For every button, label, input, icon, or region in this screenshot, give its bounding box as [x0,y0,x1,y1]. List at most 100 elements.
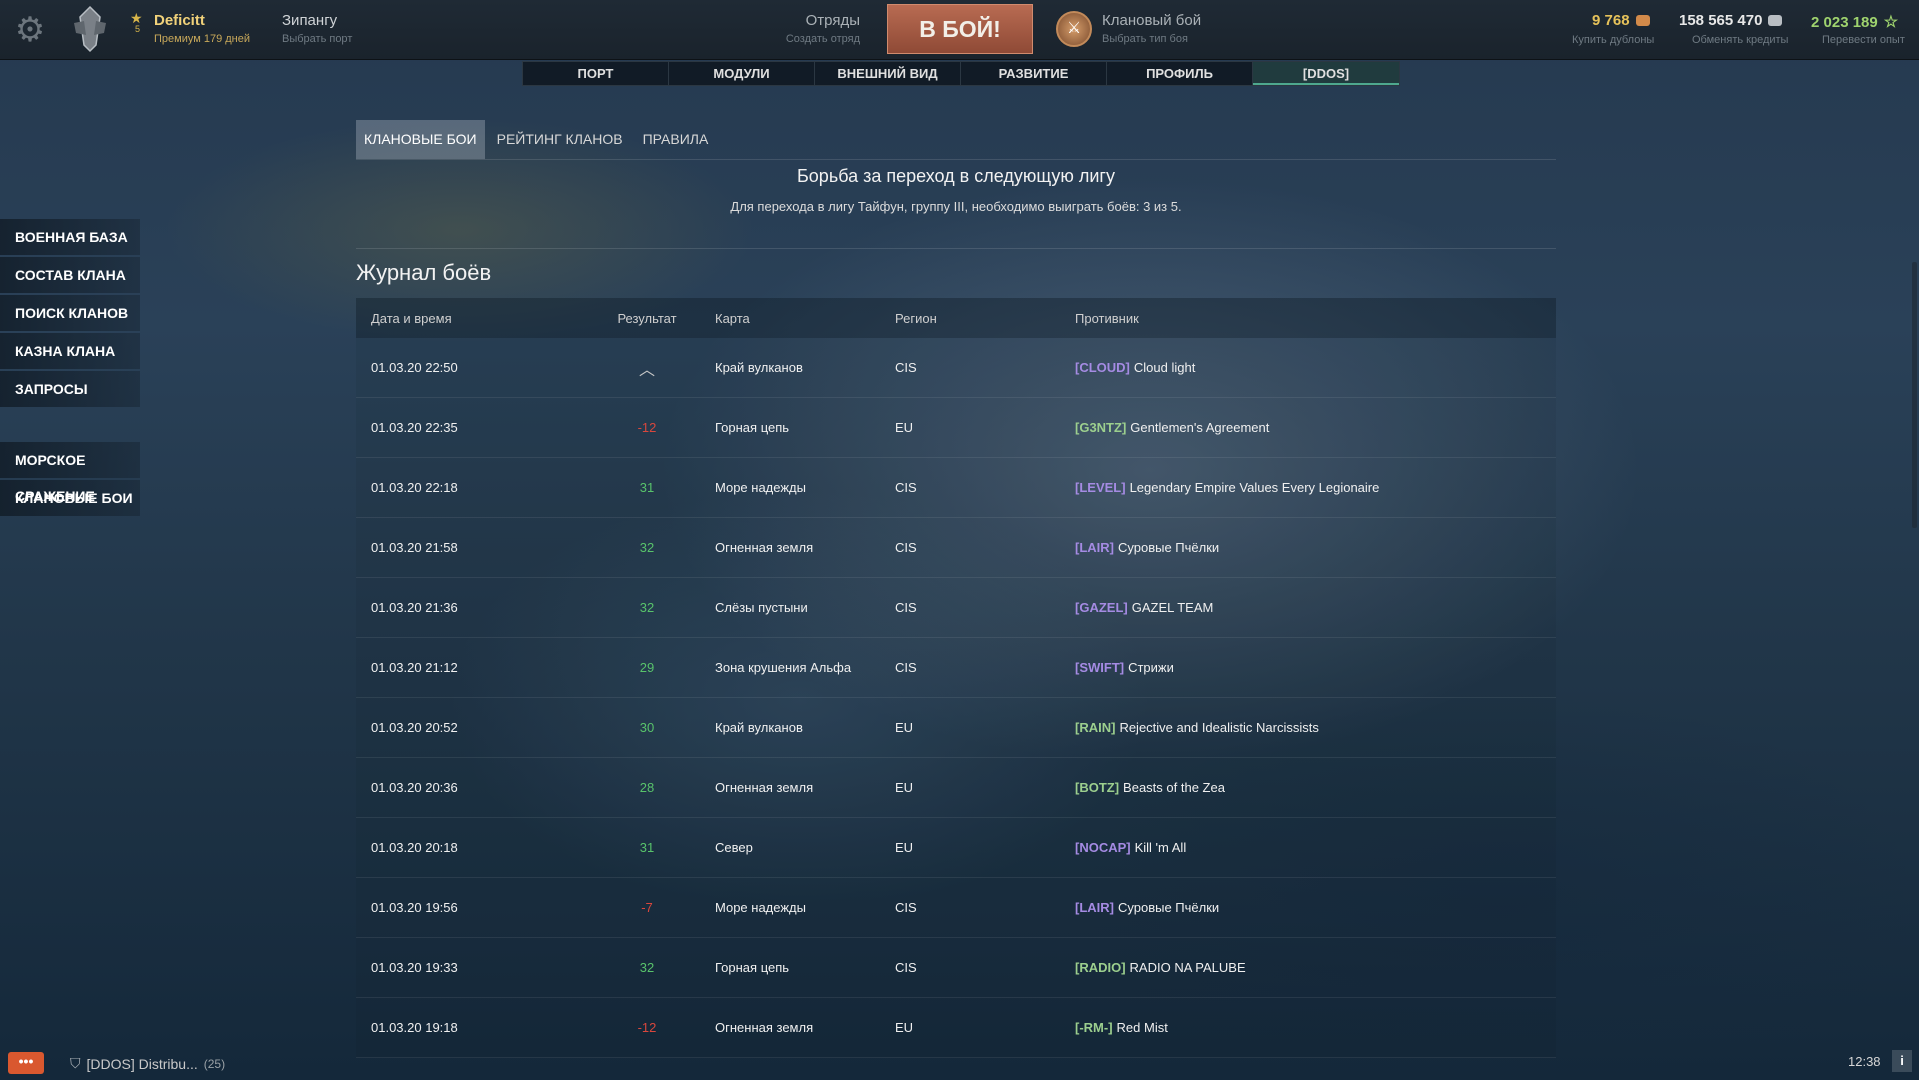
chat-button[interactable]: ••• [8,1052,44,1074]
tab-modules[interactable]: МОДУЛИ [669,62,815,85]
row-opponent[interactable]: [LAIR] Суровые Пчёлки [1075,540,1556,555]
row-opponent[interactable]: [BOTZ] Beasts of the Zea [1075,780,1556,795]
clan-name: Legendary Empire Values Every Legionaire [1129,480,1380,495]
clan-tag[interactable]: [LAIR] [1075,540,1114,555]
row-date: 01.03.20 22:18 [371,480,458,495]
table-row[interactable]: 01.03.20 21:36 32 Слёзы пустыни CIS [GAZEL] G… [356,578,1556,638]
xp-balance[interactable]: 2 023 189 ☆ [1811,12,1898,32]
credits-balance[interactable]: 158 565 470 [1679,12,1783,29]
table-row[interactable]: 01.03.20 21:58 32 Огненная земля CIS [LAIR] С… [356,518,1556,578]
row-opponent[interactable]: [LEVEL] Legendary Empire Values Every Leg… [1075,480,1556,495]
clan-channel[interactable]: ⛉ [DDOS] Distribu... (25) [70,1055,225,1072]
tab-clan[interactable]: [DDOS] [1253,62,1399,85]
table-row[interactable]: 01.03.20 20:36 28 Огненная земля EU [BOTZ] Be… [356,758,1556,818]
clan-tag[interactable]: [RAIN] [1075,720,1115,735]
clock: 12:38 [1848,1054,1881,1069]
menu-clan-members[interactable]: СОСТАВ КЛАНА [0,257,140,293]
buy-doubloons-link[interactable]: Купить дублоны [1572,34,1654,46]
tab-profile[interactable]: ПРОФИЛЬ [1107,62,1253,85]
row-region: EU [895,780,914,795]
row-result: ︿ [638,361,655,379]
row-map: Горная цепь [715,420,790,435]
tab-development[interactable]: РАЗВИТИЕ [961,62,1107,85]
menu-requests[interactable]: ЗАПРОСЫ [0,371,140,407]
tab-appearance[interactable]: ВНЕШНИЙ ВИД [815,62,961,85]
squad-button[interactable]: Отряды [770,12,860,29]
menu-clan-battles[interactable]: КЛАНОВЫЕ БОИ [0,480,140,516]
section-divider [356,248,1556,249]
row-opponent[interactable]: [SWIFT] Стрижи [1075,660,1556,675]
header-result[interactable]: Результат [579,311,715,326]
squad-create-link[interactable]: Создать отряд [770,33,860,45]
player-name[interactable]: Deficitt [154,12,205,29]
clan-tag[interactable]: [LAIR] [1075,900,1114,915]
clan-name: GAZEL TEAM [1131,600,1214,615]
doubloons-balance[interactable]: 9 768 [1592,12,1650,29]
clan-tag[interactable]: [-RM-] [1075,1020,1113,1035]
clan-tag[interactable]: [GAZEL] [1075,600,1128,615]
table-row[interactable]: 01.03.20 22:18 31 Море надежды CIS [LEVEL] Le… [356,458,1556,518]
info-button[interactable]: i [1892,1050,1912,1072]
premium-status[interactable]: Премиум 179 дней [154,33,250,45]
table-row[interactable]: 01.03.20 19:18 -12 Огненная земля EU [-RM-] R… [356,998,1556,1058]
port-name[interactable]: Зипангу [282,12,337,29]
row-map: Море надежды [715,900,806,915]
row-opponent[interactable]: [G3NTZ] Gentlemen's Agreement [1075,420,1556,435]
row-opponent[interactable]: [-RM-] Red Mist [1075,1020,1556,1035]
row-result: -7 [641,900,653,915]
header-region[interactable]: Регион [895,311,1075,326]
row-opponent[interactable]: [GAZEL] GAZEL TEAM [1075,600,1556,615]
row-result: 31 [639,480,655,495]
row-opponent[interactable]: [NOCAP] Kill 'm All [1075,840,1556,855]
row-date: 01.03.20 20:36 [371,780,458,795]
clan-name: Cloud light [1133,360,1196,375]
table-row[interactable]: 01.03.20 20:52 30 Край вулканов EU [RAIN] Rej… [356,698,1556,758]
header-opponent[interactable]: Противник [1075,311,1556,326]
table-row[interactable]: 01.03.20 20:18 31 Север EU [NOCAP] Kill 'm Al… [356,818,1556,878]
row-result: -12 [637,420,657,435]
table-row[interactable]: 01.03.20 19:56 -7 Море надежды CIS [LAIR] Сур… [356,878,1556,938]
row-map: Горная цепь [715,960,790,975]
menu-clan-search[interactable]: ПОИСК КЛАНОВ [0,295,140,331]
clan-tag[interactable]: [BOTZ] [1075,780,1119,795]
header-date[interactable]: Дата и время [356,311,579,326]
battle-mode-icon[interactable]: ⚔ [1056,11,1092,47]
convert-xp-link[interactable]: Перевести опыт [1822,34,1905,46]
subtab-clan-rating[interactable]: РЕЙТИНГ КЛАНОВ [489,120,631,159]
table-row[interactable]: 01.03.20 21:12 29 Зона крушения Альфа CIS [S… [356,638,1556,698]
subtab-clan-battles[interactable]: КЛАНОВЫЕ БОИ [356,120,485,159]
clan-tag[interactable]: [NOCAP] [1075,840,1131,855]
row-map: Север [715,840,753,855]
clan-tag[interactable]: [SWIFT] [1075,660,1124,675]
exchange-credits-link[interactable]: Обменять кредиты [1692,34,1788,46]
clan-tag[interactable]: [RADIO] [1075,960,1126,975]
clan-name: Стрижи [1128,660,1174,675]
row-opponent[interactable]: [RADIO] RADIO NA PALUBE [1075,960,1556,975]
gear-icon[interactable]: ⚙ [10,10,50,50]
subtab-rules[interactable]: ПРАВИЛА [635,120,717,159]
menu-military-base[interactable]: ВОЕННАЯ БАЗА [0,219,140,255]
row-opponent[interactable]: [RAIN] Rejective and Idealistic Narcissis… [1075,720,1556,735]
scrollbar[interactable] [1912,262,1917,528]
clan-tag[interactable]: [LEVEL] [1075,480,1126,495]
tab-port[interactable]: ПОРТ [523,62,669,85]
battle-button[interactable]: В БОЙ! [887,4,1033,54]
battle-mode-select-link[interactable]: Выбрать тип боя [1102,33,1188,45]
header-map[interactable]: Карта [715,311,895,326]
port-select-link[interactable]: Выбрать порт [282,33,352,45]
row-result: 32 [639,540,655,555]
row-map: Край вулканов [715,360,803,375]
menu-clan-treasury[interactable]: КАЗНА КЛАНА [0,333,140,369]
row-opponent[interactable]: [CLOUD] Cloud light [1075,360,1556,375]
table-row[interactable]: 01.03.20 19:33 32 Горная цепь CIS [RADIO] RAD… [356,938,1556,998]
clan-tag[interactable]: [CLOUD] [1075,360,1130,375]
battle-mode-name[interactable]: Клановый бой [1102,12,1201,29]
clan-tag[interactable]: [G3NTZ] [1075,420,1126,435]
table-row[interactable]: 01.03.20 22:50 ︿ Край вулканов CIS [CLOUD] Cl… [356,338,1556,398]
row-date: 01.03.20 21:12 [371,660,458,675]
rank-emblem-icon [70,5,110,53]
menu-naval-battle[interactable]: МОРСКОЕ СРАЖЕНИЕ [0,442,140,504]
table-row[interactable]: 01.03.20 22:35 -12 Горная цепь EU [G3NTZ] Gen… [356,398,1556,458]
row-opponent[interactable]: [LAIR] Суровые Пчёлки [1075,900,1556,915]
row-map: Край вулканов [715,720,803,735]
